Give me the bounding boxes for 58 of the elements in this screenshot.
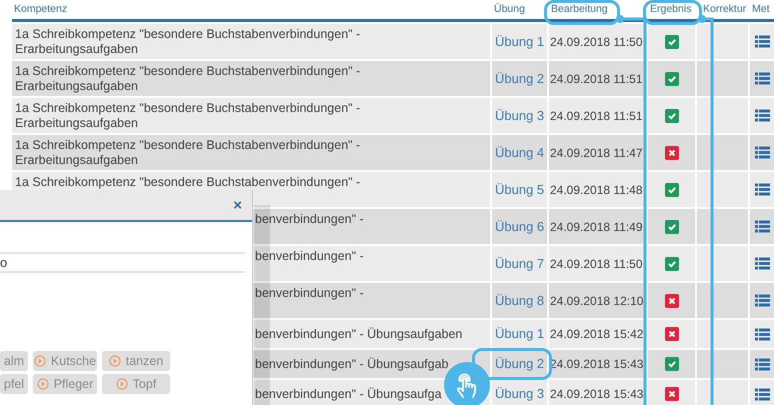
exercise-link[interactable]: Übung 2	[495, 68, 544, 88]
close-button[interactable]: ×	[233, 198, 242, 212]
table-cell: benverbindungen" -	[255, 249, 364, 264]
input-field[interactable]: o	[0, 252, 245, 273]
table-cell-text: 24.09.2018 15:42	[550, 326, 644, 343]
table-cell-text: 24.09.2018 11:47	[550, 144, 643, 162]
exercise-link[interactable]: Übung 6	[495, 216, 544, 236]
table-cell-text: 1a Schreibkompetenz "besondere Buchstabenverbindungen" - Erarbeitungsaufgaben	[15, 138, 362, 168]
exercise-link[interactable]: Übung 3	[495, 106, 544, 126]
column-header[interactable]: Korrektur	[703, 2, 746, 18]
exercise-link[interactable]: Übung 3	[495, 384, 544, 404]
word-button[interactable]: Pfleger	[33, 374, 97, 394]
column-header[interactable]: Übung	[494, 2, 525, 18]
table-cell-text: 24.09.2018 12:10	[550, 292, 644, 310]
column-header[interactable]: Kompetenz	[14, 2, 68, 18]
table-cell: benverbindungen" - Übungsaufga	[255, 386, 442, 402]
list-icon[interactable]	[755, 109, 770, 122]
table-cell-text: 24.09.2018 11:51	[550, 70, 643, 88]
table-cell: benverbindungen" - Übungsaufgaben	[255, 326, 462, 342]
exercise-link[interactable]: Übung 1	[495, 324, 544, 344]
table-cell-text: 24.09.2018 11:49	[550, 218, 643, 236]
list-icon[interactable]	[755, 328, 770, 340]
list-icon[interactable]	[755, 146, 770, 159]
table-cell-text: 24.09.2018 15:43	[550, 356, 644, 373]
list-icon[interactable]	[755, 183, 770, 196]
column-header[interactable]: Met	[752, 2, 770, 18]
table-cell: benverbindungen" - Übungsaufgab	[255, 356, 448, 372]
word-button[interactable]: Topf	[102, 374, 170, 394]
word-button[interactable]: Kutsche	[33, 351, 97, 371]
word-button[interactable]: alm	[0, 351, 28, 371]
exercise-link[interactable]: Übung 4	[495, 142, 544, 162]
table-cell-text: 1a Schreibkompetenz "besondere Buchstabenverbindungen" - Erarbeitungsaufgaben	[15, 64, 362, 94]
exercise-link[interactable]: Übung 5	[495, 180, 544, 200]
list-icon[interactable]	[755, 388, 770, 400]
word-button[interactable]: tanzen	[102, 351, 170, 371]
exercise-link[interactable]: Übung 8	[495, 290, 544, 310]
word-button[interactable]: pfel	[0, 374, 28, 394]
column-header[interactable]: Bearbeitung	[551, 2, 608, 18]
column-header[interactable]: Ergebnis	[650, 2, 692, 18]
table-cell-text: 1a Schreibkompetenz "besondere Buchstabenverbindungen" -	[15, 175, 362, 190]
table-cell-text: 24.09.2018 15:43	[550, 386, 644, 403]
exercise-link[interactable]: Übung 2	[495, 354, 544, 374]
exercise-link[interactable]: Übung 7	[495, 254, 544, 274]
list-icon[interactable]	[755, 358, 770, 370]
table-cell: benverbindungen" -	[255, 286, 364, 301]
list-icon[interactable]	[755, 72, 770, 85]
table-cell-text: 24.09.2018 11:50	[550, 256, 643, 272]
table-cell-text: 24.09.2018 11:50	[550, 34, 643, 50]
table-cell-text: 1a Schreibkompetenz "besondere Buchstabenverbindungen" - Erarbeitungsaufgaben	[15, 101, 362, 131]
list-icon[interactable]	[755, 294, 770, 307]
table-cell-text: 24.09.2018 11:48	[550, 182, 643, 198]
list-icon[interactable]	[755, 35, 770, 48]
list-icon[interactable]	[755, 220, 770, 233]
table-cell: benverbindungen" -	[255, 212, 364, 227]
list-icon[interactable]	[755, 257, 770, 270]
exercise-link[interactable]: Übung 1	[495, 32, 544, 52]
table-cell-text: 1a Schreibkompetenz "besondere Buchstabenverbindungen" - Erarbeitungsaufgaben	[15, 27, 362, 57]
table-cell-text: 24.09.2018 11:51	[550, 108, 643, 124]
